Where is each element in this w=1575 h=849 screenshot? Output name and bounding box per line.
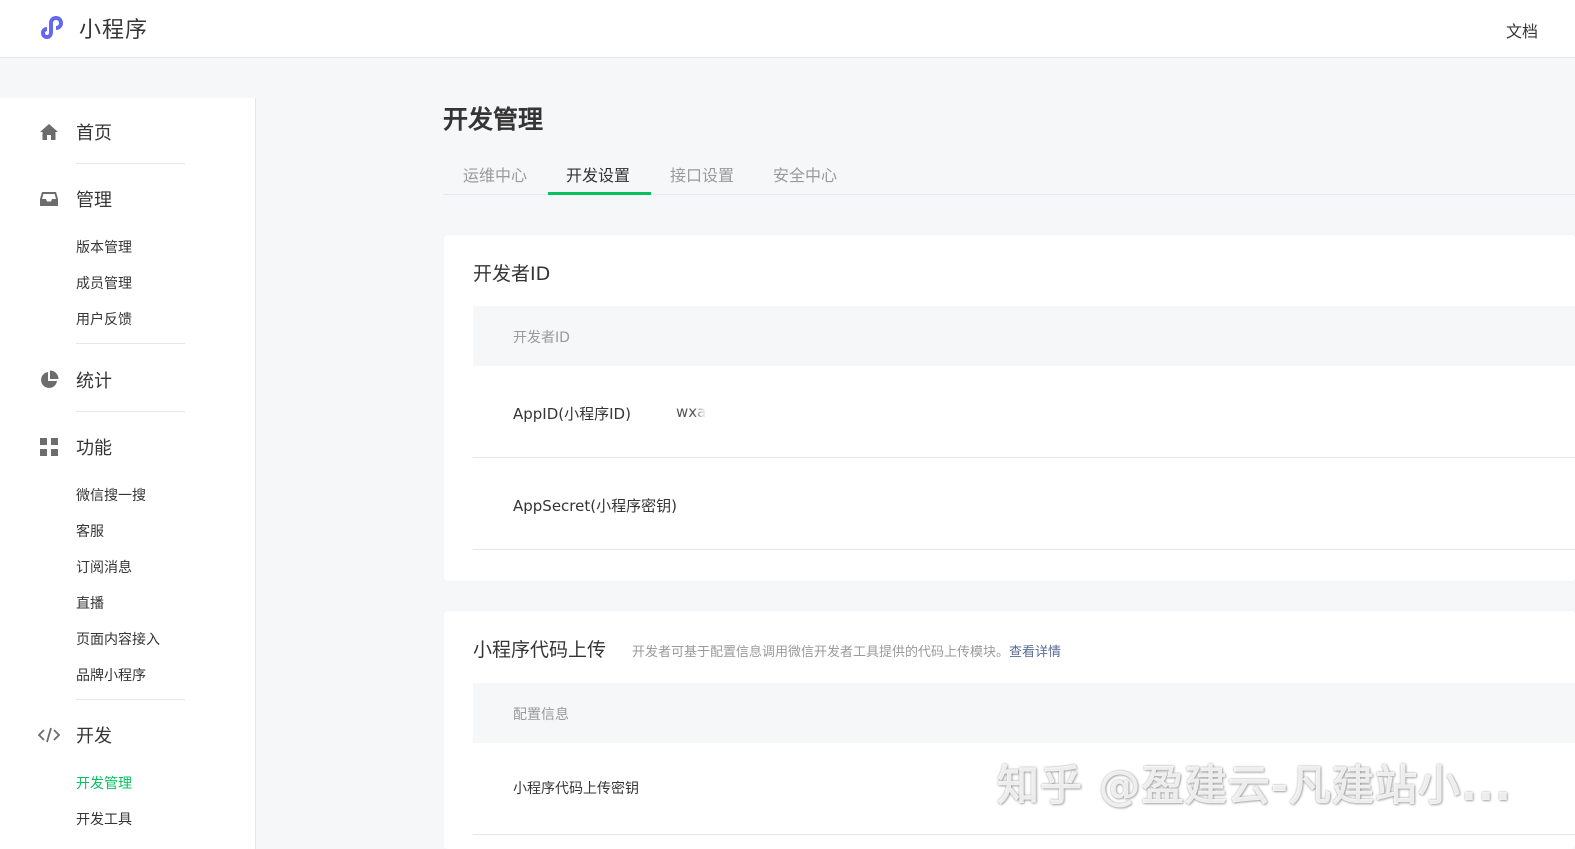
top-bar: 小程序 文档 (0, 0, 1575, 58)
sidebar-item-member-management[interactable]: 成员管理 (76, 273, 132, 293)
card-title: 小程序代码上传 (473, 639, 607, 661)
card-description: 开发者可基于配置信息调用微信开发者工具提供的代码上传模块。查看详情 (632, 641, 1061, 660)
watermark: 知乎 @盈建云-凡建站小... (997, 761, 1512, 810)
table-header-label: 开发者ID (513, 330, 570, 346)
sidebar-item-stats[interactable]: 统计 (38, 367, 112, 393)
sidebar-item-manage[interactable]: 管理 (38, 186, 112, 212)
tab-dev-settings[interactable]: 开发设置 (566, 162, 630, 186)
sidebar-item-page-content[interactable]: 页面内容接入 (76, 629, 160, 649)
home-icon (38, 121, 60, 143)
upload-key-label: 小程序代码上传密钥 (513, 781, 639, 797)
divider (76, 343, 185, 344)
table-header: 配置信息 (473, 683, 1575, 743)
sidebar-item-develop[interactable]: 开发 (38, 722, 112, 748)
card-title: 开发者ID (473, 263, 551, 285)
divider (76, 411, 185, 412)
sidebar-item-version-management[interactable]: 版本管理 (76, 237, 132, 257)
tab-bar: 运维中心 开发设置 接口设置 安全中心 (443, 152, 1575, 195)
sidebar-item-wechat-search[interactable]: 微信搜一搜 (76, 485, 146, 505)
docs-link[interactable]: 文档 (1506, 18, 1538, 42)
sidebar-item-brand-mini-program[interactable]: 品牌小程序 (76, 665, 146, 685)
sidebar: 首页 管理 版本管理 成员管理 用户反馈 统计 功能 微信搜一搜 客服 订阅消息… (0, 98, 256, 849)
tab-ops-center[interactable]: 运维中心 (463, 162, 527, 186)
tab-security-center[interactable]: 安全中心 (773, 162, 837, 186)
sidebar-item-label: 开发 (76, 726, 112, 747)
tab-api-settings[interactable]: 接口设置 (670, 162, 734, 186)
sidebar-item-live[interactable]: 直播 (76, 593, 104, 613)
pie-chart-icon (38, 369, 60, 391)
sidebar-item-subscription-messages[interactable]: 订阅消息 (76, 557, 132, 577)
inbox-icon (38, 188, 60, 210)
sidebar-item-label: 统计 (76, 371, 112, 392)
appid-label: AppID(小程序ID) (513, 405, 631, 423)
sidebar-item-customer-service[interactable]: 客服 (76, 521, 104, 541)
table-row-appid: AppID(小程序ID) wxa (473, 366, 1575, 458)
brand-name: 小程序 (79, 18, 149, 43)
sidebar-item-label: 管理 (76, 190, 112, 211)
active-tab-indicator (548, 192, 651, 195)
sidebar-item-user-feedback[interactable]: 用户反馈 (76, 309, 132, 329)
sidebar-item-home[interactable]: 首页 (38, 119, 112, 145)
table-header: 开发者ID (473, 306, 1575, 366)
divider (76, 699, 185, 700)
appsecret-label: AppSecret(小程序密钥) (513, 497, 677, 515)
mini-program-logo-icon (41, 16, 63, 39)
code-icon (38, 724, 60, 746)
description-text: 开发者可基于配置信息调用微信开发者工具提供的代码上传模块。 (632, 645, 1010, 660)
page-title: 开发管理 (443, 105, 544, 134)
sidebar-item-label: 首页 (76, 123, 112, 144)
table-row-appsecret: AppSecret(小程序密钥) (473, 458, 1575, 550)
sidebar-item-features[interactable]: 功能 (38, 434, 112, 460)
sidebar-item-dev-management[interactable]: 开发管理 (76, 773, 132, 793)
brand[interactable]: 小程序 (38, 12, 148, 44)
table-header-label: 配置信息 (513, 707, 569, 723)
view-details-link[interactable]: 查看详情 (1009, 645, 1061, 660)
sidebar-item-label: 功能 (76, 438, 112, 459)
appid-value: wxa (676, 403, 707, 421)
sidebar-item-dev-tools[interactable]: 开发工具 (76, 809, 132, 829)
divider (76, 163, 185, 164)
code-upload-card: 小程序代码上传 开发者可基于配置信息调用微信开发者工具提供的代码上传模块。查看详… (444, 611, 1575, 849)
developer-id-card: 开发者ID 开发者ID AppID(小程序ID) wxa AppSecret(小… (444, 235, 1575, 581)
grid-icon (38, 436, 60, 458)
